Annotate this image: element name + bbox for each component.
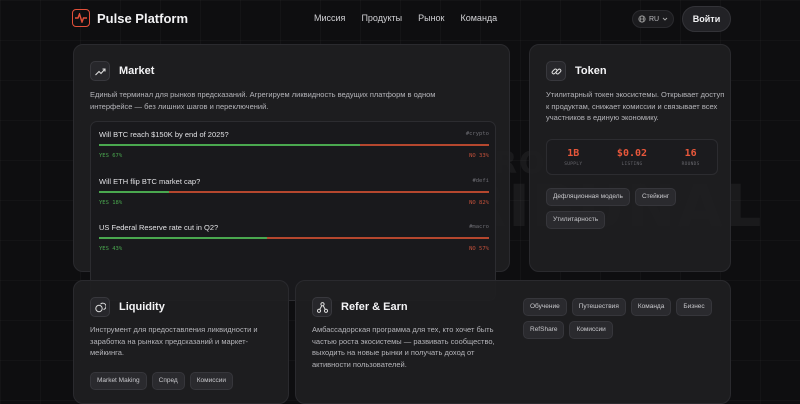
tag-chip[interactable]: Обучение [523,298,567,316]
pulse-logo-icon [72,9,90,27]
stat-label: ROUNDS [681,161,700,167]
odds-bar [99,144,489,146]
stat-supply: 1B SUPPLY [564,148,582,167]
menu-item-team[interactable]: Команда [461,13,498,23]
market-question: Will BTC reach $150K by end of 2025? [99,130,229,139]
brand-name: Pulse Platform [97,10,189,26]
refer-earn-card: Refer & Earn Амбассадорская программа дл… [295,280,731,404]
top-nav: Pulse Platform Миссия Продукты Рынок Ком… [0,0,800,38]
refer-earn-title: Refer & Earn [341,301,408,313]
token-stats: 1B SUPPLY $0.02 LISTING 16 ROUNDS [546,139,718,175]
stat-listing: $0.02 LISTING [617,148,647,167]
tag-chip[interactable]: Спред [151,372,185,390]
market-tag: #defi [472,178,489,184]
yes-odds: YES 67% [99,153,123,159]
refer-earn-tags: Обучение Путешествия Команда Бизнес RefS… [523,298,723,339]
odds-bar [99,191,489,193]
market-title: Market [119,65,155,77]
network-icon [312,297,332,317]
token-title: Token [575,65,607,77]
liquidity-title: Liquidity [119,301,165,313]
market-tag: #crypto [465,131,489,137]
token-card: Token Утилитарный токен экосистемы. Откр… [529,44,731,272]
login-button[interactable]: Войти [682,6,731,32]
market-card: Market Единый терминал для рынков предск… [73,44,510,301]
brand-logo[interactable]: Pulse Platform [72,9,188,27]
globe-icon [638,15,646,23]
refer-earn-description: Амбассадорская программа для тех, кто хо… [312,325,495,369]
yes-odds: YES 43% [99,246,123,252]
chevron-down-icon [662,17,668,21]
stat-value: 1B [567,147,580,159]
liquidity-description: Инструмент для предоставления ликвидност… [90,325,258,357]
yes-fill [99,144,361,146]
liquidity-card: Liquidity Инструмент для предоставления … [73,280,289,404]
odds-bar [99,237,489,239]
tag-chip[interactable]: Утилитарность [546,211,606,229]
market-description: Единый терминал для рынков предсказаний.… [90,90,436,111]
menu-item-mission[interactable]: Миссия [314,13,345,23]
stat-value: 16 [684,147,697,159]
market-row[interactable]: Will BTC reach $150K by end of 2025? #cr… [99,130,489,160]
tag-chip[interactable]: Комиссии [189,372,233,390]
tag-chip[interactable]: Бизнес [676,298,712,316]
market-tag: #macro [469,224,489,230]
tag-chip[interactable]: Стейкинг [634,188,677,206]
market-row[interactable]: Will ETH flip BTC market cap? #defi YES … [99,177,489,207]
market-row[interactable]: US Federal Reserve rate cut in Q2? #macr… [99,223,489,253]
market-question: Will ETH flip BTC market cap? [99,177,201,186]
coins-icon [90,297,110,317]
no-odds: NO 57% [469,246,489,252]
tag-chip[interactable]: Market Making [90,372,147,390]
no-odds: NO 82% [469,200,489,206]
trending-up-icon [90,61,110,81]
tag-chip[interactable]: Комиссии [569,321,613,339]
market-question: US Federal Reserve rate cut in Q2? [99,223,219,232]
tag-chip[interactable]: Дефляционная модель [546,188,630,206]
tag-chip[interactable]: RefShare [523,321,565,339]
stat-value: $0.02 [616,147,648,159]
tag-chip[interactable]: Путешествия [571,298,626,316]
language-switcher[interactable]: RU [632,10,674,28]
tag-chip[interactable]: Команда [630,298,672,316]
prediction-markets-list: Will BTC reach $150K by end of 2025? #cr… [90,121,496,301]
stat-label: SUPPLY [564,161,583,167]
no-odds: NO 33% [469,153,489,159]
stat-rounds: 16 ROUNDS [682,148,700,167]
yes-odds: YES 18% [99,200,123,206]
stat-label: LISTING [621,161,643,167]
yes-fill [99,191,170,193]
main-menu: Миссия Продукты Рынок Команда [314,13,497,23]
link-icon [546,61,566,81]
language-label: RU [648,15,660,23]
token-tags: Дефляционная модель Стейкинг Утилитарнос… [546,188,726,229]
yes-fill [99,237,267,239]
menu-item-market[interactable]: Рынок [418,13,444,23]
token-description: Утилитарный токен экосистемы. Открывает … [546,90,725,122]
menu-item-products[interactable]: Продукты [361,13,402,23]
liquidity-tags: Market Making Спред Комиссии [90,372,280,390]
